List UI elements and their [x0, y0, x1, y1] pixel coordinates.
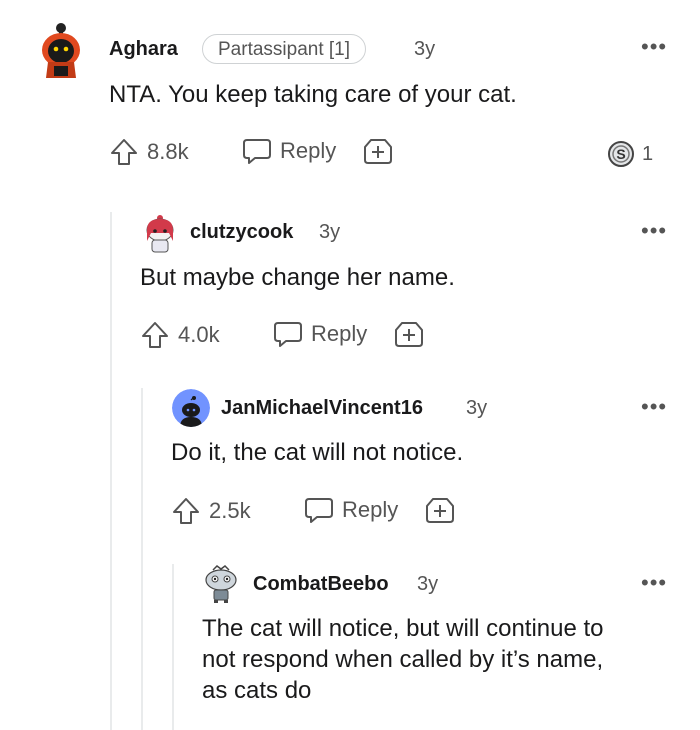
speech-bubble-icon [243, 139, 271, 164]
reply-label: Reply [280, 138, 337, 163]
speech-bubble-icon [274, 322, 302, 347]
reply-button[interactable]: Reply [272, 319, 367, 349]
thread-line-level-3[interactable] [172, 564, 174, 730]
reply-label: Reply [311, 321, 368, 346]
award-count-button[interactable]: S 1 [606, 139, 653, 169]
more-options-button[interactable]: ••• [641, 396, 667, 418]
thread-line-level-1[interactable] [110, 212, 112, 730]
snoo-avatar-icon [146, 215, 174, 253]
upvote-arrow-icon [111, 139, 137, 165]
reply-label: Reply [342, 497, 399, 522]
plus-award-icon [426, 498, 454, 523]
give-award-button[interactable] [362, 136, 394, 166]
avatar[interactable] [36, 20, 86, 80]
svg-text:S: S [616, 146, 625, 162]
comment-age: 3y [466, 397, 488, 419]
avatar[interactable] [143, 213, 177, 253]
reply-button[interactable]: Reply [241, 136, 336, 166]
snoo-avatar-icon [172, 389, 210, 427]
upvote-arrow-icon [173, 498, 199, 524]
avatar[interactable] [172, 389, 210, 427]
comment-body-line: not respond when called by it’s name, [202, 646, 604, 673]
comment-body-line: as cats do [202, 677, 312, 704]
upvote-arrow-icon [142, 322, 168, 348]
username[interactable]: JanMichaelVincent16 [221, 397, 423, 420]
avatar[interactable] [203, 564, 239, 604]
reply-button[interactable]: Reply [303, 495, 398, 525]
speech-bubble-icon [305, 498, 333, 523]
give-award-button[interactable] [424, 495, 456, 525]
thread-line-level-2[interactable] [141, 388, 143, 730]
upvote-button[interactable]: 2.5k [171, 496, 251, 526]
vote-score: 2.5k [209, 498, 251, 523]
silver-award-icon: S [608, 141, 634, 167]
user-flair: Partassipant [1] [202, 34, 367, 64]
plus-award-icon [364, 139, 392, 164]
comment-body-line: The cat will notice, but will continue t… [202, 615, 604, 642]
snoo-avatar-icon [205, 565, 237, 603]
username[interactable]: CombatBeebo [253, 573, 389, 596]
more-options-button[interactable]: ••• [641, 220, 667, 242]
upvote-button[interactable]: 8.8k [109, 137, 189, 167]
award-count: 1 [642, 142, 654, 165]
more-options-button[interactable]: ••• [641, 36, 667, 58]
comment-body: But maybe change her name. [140, 264, 455, 291]
username[interactable]: clutzycook [190, 221, 293, 244]
comment-body: The cat will notice, but will continue t… [202, 613, 604, 706]
snoo-avatar-icon [42, 23, 80, 78]
comment-age: 3y [414, 38, 436, 60]
plus-award-icon [395, 322, 423, 347]
comment-age: 3y [417, 573, 439, 595]
give-award-button[interactable] [393, 319, 425, 349]
comment-body: NTA. You keep taking care of your cat. [109, 81, 517, 108]
upvote-button[interactable]: 4.0k [140, 320, 220, 350]
vote-score: 4.0k [178, 322, 220, 347]
username[interactable]: Aghara [109, 38, 178, 61]
comment-body: Do it, the cat will not notice. [171, 439, 464, 466]
more-options-button[interactable]: ••• [641, 572, 667, 594]
comment-age: 3y [319, 221, 341, 243]
vote-score: 8.8k [147, 139, 189, 164]
